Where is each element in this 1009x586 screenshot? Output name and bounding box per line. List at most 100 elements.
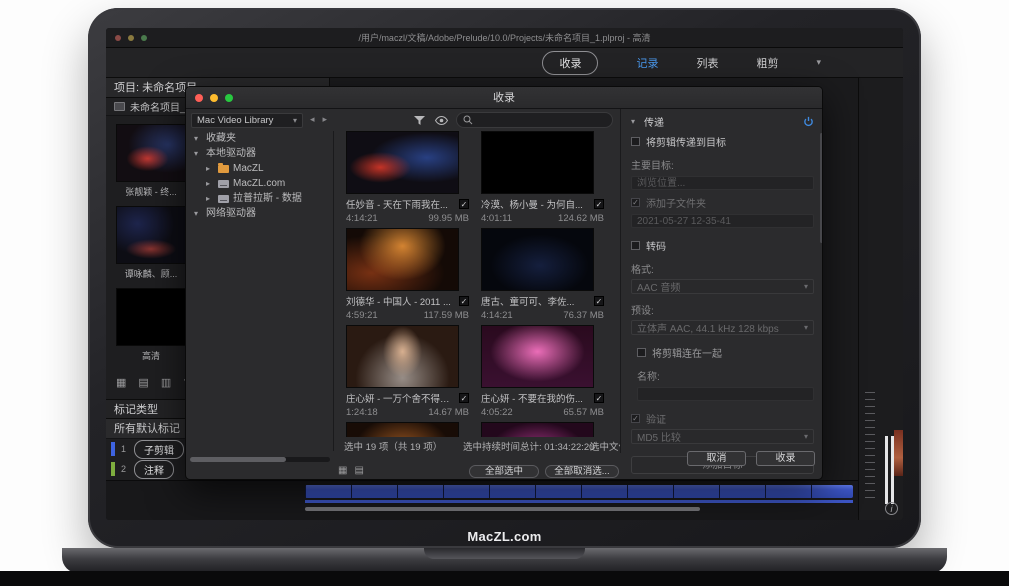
forward-icon[interactable]: ▸ [323, 114, 336, 124]
clip-thumbnail[interactable] [346, 325, 459, 388]
chevron-down-icon[interactable]: ▾ [631, 117, 639, 126]
tab-logging[interactable]: 记录 [636, 55, 658, 71]
chevron-down-icon[interactable]: ▾ [816, 57, 821, 68]
verify-method-dropdown[interactable]: MD5 比较 ▾ [631, 429, 814, 444]
zoom-dialog-icon[interactable] [225, 94, 233, 102]
clip-checkbox[interactable]: ✓ [594, 199, 604, 209]
add-subfolder-checkbox-row[interactable]: ✓ 添加子文件夹 [631, 195, 814, 210]
marker-chip[interactable]: 子剪辑 [134, 440, 184, 459]
icon-view-icon[interactable]: ▦ [116, 376, 126, 389]
marker-chip[interactable]: 注释 [134, 460, 174, 479]
transfer-destination-checkbox-row[interactable]: 将剪辑传递到目标 [631, 134, 814, 149]
back-icon[interactable]: ◂ [310, 114, 323, 124]
clip-thumbnail[interactable] [346, 228, 459, 291]
clip-size: 117.59 MB [424, 310, 469, 321]
tab-ingest[interactable]: 收录 [542, 51, 598, 75]
tree-item-drive[interactable]: ▸ MacZL.com [186, 176, 333, 191]
clip-thumbnail[interactable] [481, 131, 594, 194]
timeline-clip-sequence[interactable] [305, 485, 853, 498]
stitch-clips-checkbox-row[interactable]: 将剪辑连在一起 [637, 345, 814, 360]
chevron-down-icon[interactable]: ▾ [194, 131, 202, 146]
project-clip-item[interactable]: 张靓颖 - 终... [116, 124, 186, 198]
chevron-right-icon[interactable]: ▸ [206, 161, 214, 176]
verify-checkbox-row[interactable]: ✓ 验证 [631, 411, 814, 426]
clip-checkbox[interactable]: ✓ [459, 199, 469, 209]
close-window-icon[interactable] [115, 35, 121, 41]
transcode-checkbox-row[interactable]: 转码 [631, 238, 814, 253]
stitch-clips-label: 将剪辑连在一起 [652, 345, 722, 360]
clip-thumbnail[interactable] [481, 422, 594, 437]
format-dropdown[interactable]: AAC 音频 ▾ [631, 279, 814, 294]
detail-view-icon[interactable]: ▥ [161, 376, 171, 389]
chevron-down-icon[interactable]: ▾ [194, 146, 202, 161]
power-toggle-icon[interactable] [803, 116, 814, 127]
list-view-icon[interactable]: ▤ [138, 376, 148, 389]
format-label: 格式: [631, 261, 814, 276]
chevron-right-icon[interactable]: ▸ [206, 176, 214, 191]
timeline-audio-track[interactable] [305, 500, 853, 503]
tree-item-favorites[interactable]: ▾ 收藏夹 [186, 131, 333, 146]
cancel-button[interactable]: 取消 [687, 451, 746, 466]
project-clip-item[interactable]: 谭咏麟、顾... [116, 206, 186, 280]
clip-thumbnail[interactable] [116, 206, 186, 264]
clip-card[interactable]: 任妙音 - 天在下雨我在... ✓ 4:14:21 99.95 MB [346, 131, 469, 224]
clip-checkbox[interactable]: ✓ [594, 393, 604, 403]
browse-location-field[interactable]: 浏览位置... [631, 176, 814, 190]
deselect-all-button[interactable]: 全部取消选... [545, 465, 619, 478]
chevron-right-icon[interactable]: ▸ [206, 191, 214, 206]
search-input[interactable] [456, 112, 613, 128]
clip-card[interactable]: 庄心妍 - 不要在我的伤... ✓ 4:05:22 65.57 MB [481, 325, 604, 418]
tree-item-local-drives[interactable]: ▾ 本地驱动器 [186, 146, 333, 161]
preset-dropdown[interactable]: 立体声 AAC, 44.1 kHz 128 kbps ▾ [631, 320, 814, 335]
select-all-button[interactable]: 全部选中 [469, 465, 539, 478]
grid-view-icon[interactable]: ▦ [338, 465, 347, 476]
visibility-eye-icon[interactable] [435, 116, 448, 125]
clip-checkbox[interactable]: ✓ [459, 393, 469, 403]
clip-thumbnail[interactable] [116, 124, 186, 182]
clip-thumbnail[interactable] [346, 422, 459, 437]
stitch-name-field[interactable] [637, 387, 814, 401]
tree-item-drive[interactable]: ▸ MacZL [186, 161, 333, 176]
chevron-down-icon[interactable]: ▾ [194, 206, 202, 221]
checkbox-unchecked[interactable] [631, 241, 640, 250]
clip-label: 谭咏麟、顾... [116, 267, 186, 280]
timeline-scrollbar[interactable] [305, 507, 700, 511]
clip-thumbnail[interactable] [481, 325, 594, 388]
clip-card[interactable] [481, 422, 604, 437]
ingest-button[interactable]: 收录 [756, 451, 815, 466]
timeline-panel [106, 480, 858, 520]
tree-horizontal-scrollbar[interactable] [190, 457, 330, 462]
clip-card[interactable]: 冷漠、杨小曼 - 为何自... ✓ 4:01:11 124.62 MB [481, 131, 604, 224]
clip-thumbnail[interactable] [116, 288, 186, 346]
laptop-base [62, 548, 947, 573]
checkbox-unchecked[interactable] [631, 137, 640, 146]
clip-card[interactable]: 庄心妍 - 一万个舍不得 -... ✓ 1:24:18 14.67 MB [346, 325, 469, 418]
clip-card[interactable]: 刘德华 - 中国人 - 2011 ... ✓ 4:59:21 117.59 MB [346, 228, 469, 321]
info-icon[interactable]: i [885, 502, 898, 515]
library-selector[interactable]: Mac Video Library ▾ [191, 113, 303, 128]
minimize-window-icon[interactable] [128, 35, 134, 41]
clip-duration: 4:14:21 [481, 310, 513, 321]
tree-item-drive[interactable]: ▸ 拉普拉斯 - 数据 [186, 191, 333, 206]
tab-list[interactable]: 列表 [696, 55, 718, 71]
checkbox-checked-disabled[interactable]: ✓ [631, 198, 640, 207]
clip-checkbox[interactable]: ✓ [459, 296, 469, 306]
clip-card[interactable] [346, 422, 469, 437]
clip-card[interactable]: 唐古、童可可、李佐... ✓ 4:14:21 76.37 MB [481, 228, 604, 321]
tab-rough-cut[interactable]: 粗剪 [756, 55, 778, 71]
zoom-window-icon[interactable] [141, 35, 147, 41]
clip-thumbnail[interactable] [481, 228, 594, 291]
minimize-dialog-icon[interactable] [210, 94, 218, 102]
tree-item-network-drives[interactable]: ▾ 网络驱动器 [186, 206, 333, 221]
checkbox-unchecked[interactable] [637, 348, 646, 357]
list-view-icon[interactable]: ▤ [354, 465, 363, 476]
filter-icon[interactable] [414, 116, 425, 126]
checkbox-checked-disabled[interactable]: ✓ [631, 414, 640, 423]
panel-scrollbar[interactable] [820, 133, 823, 243]
close-dialog-icon[interactable] [195, 94, 203, 102]
transfer-panel: ▾ 传递 将剪辑传递到目标 主要目标: 浏览位置... [620, 109, 823, 453]
subfolder-name-field[interactable]: 2021-05-27 12-35-41 [631, 214, 814, 228]
clip-thumbnail[interactable] [346, 131, 459, 194]
project-clip-item[interactable]: 高清 [116, 288, 186, 362]
clip-checkbox[interactable]: ✓ [594, 296, 604, 306]
